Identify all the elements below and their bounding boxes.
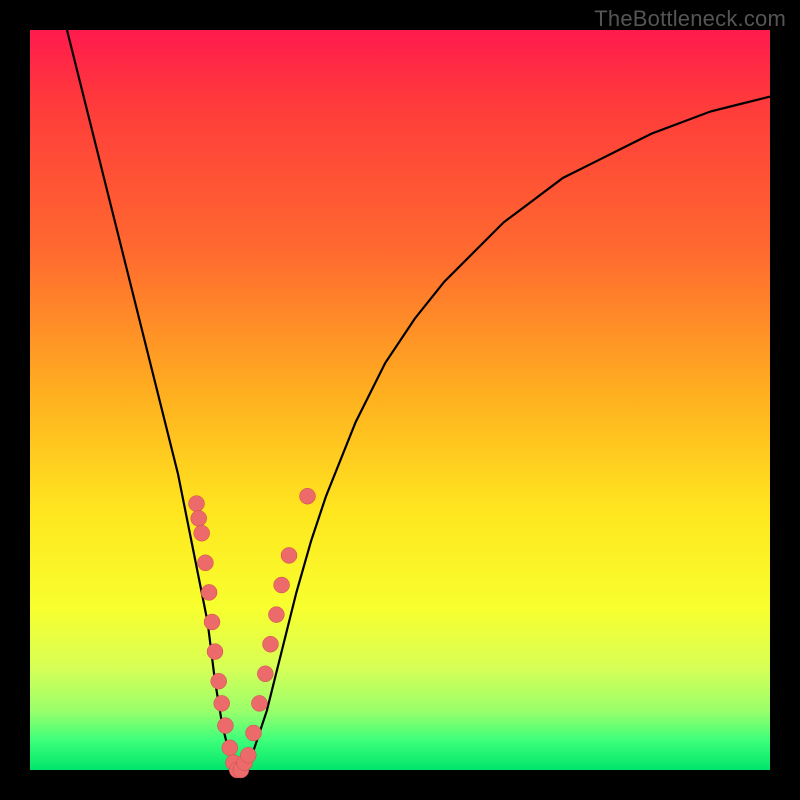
data-point (201, 584, 217, 600)
data-point (189, 496, 205, 512)
curve-layer (30, 30, 770, 770)
data-point (246, 725, 262, 741)
data-point (300, 488, 316, 504)
chart-frame: TheBottleneck.com (0, 0, 800, 800)
data-point (257, 666, 273, 682)
data-point (207, 644, 223, 660)
data-point (214, 695, 230, 711)
bottleneck-curve (67, 30, 770, 770)
data-point (211, 673, 227, 689)
data-point (191, 510, 207, 526)
data-point (268, 607, 284, 623)
data-point (217, 718, 233, 734)
data-point (240, 747, 256, 763)
data-point (274, 577, 290, 593)
data-markers (189, 488, 316, 778)
data-point (194, 525, 210, 541)
data-point (263, 636, 279, 652)
data-point (251, 695, 267, 711)
data-point (197, 555, 213, 571)
data-point (281, 547, 297, 563)
data-point (204, 614, 220, 630)
watermark-text: TheBottleneck.com (594, 6, 786, 32)
data-point (222, 740, 238, 756)
plot-area (30, 30, 770, 770)
